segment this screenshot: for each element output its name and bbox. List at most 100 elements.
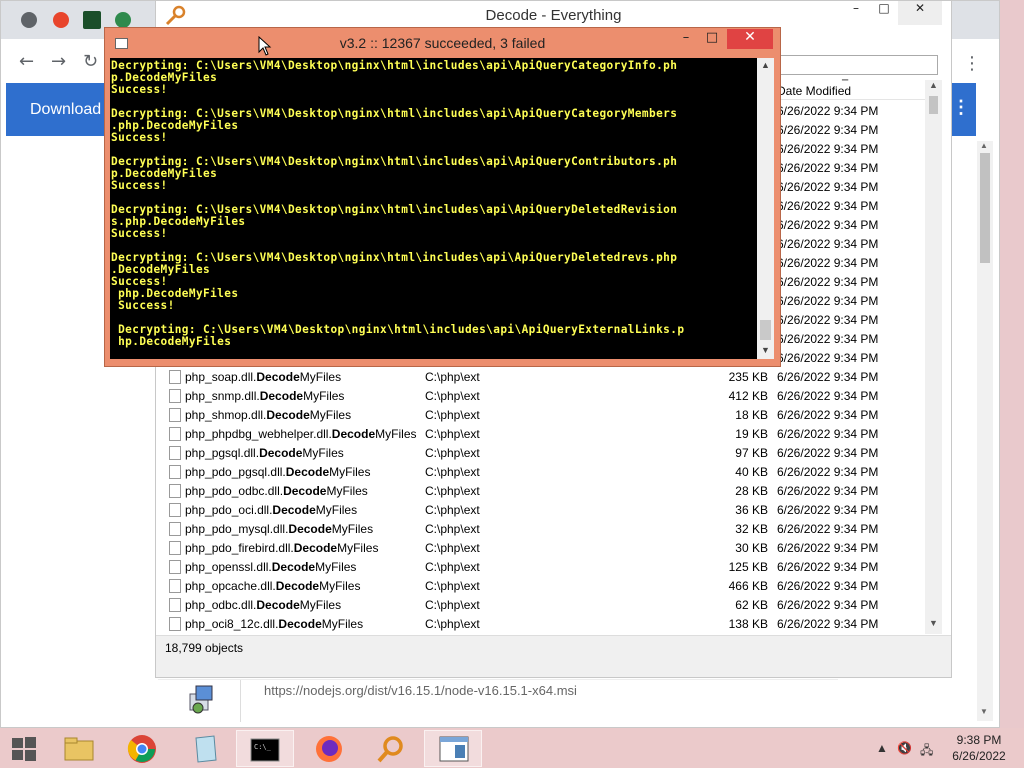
table-row[interactable]: php_pdo_oci.dll.DecodeMyFiles C:\php\ext 3…	[156, 501, 926, 520]
table-row[interactable]: php_oci8_12c.dll.DecodeMyFiles C:\php\ext…	[156, 615, 926, 634]
file-name: php_odbc.dll.DecodeMyFiles	[185, 598, 341, 612]
scroll-up-icon[interactable]: ▲	[929, 80, 938, 90]
volume-muted-icon[interactable]: 🔇	[897, 741, 912, 755]
taskbar-command-prompt[interactable]: C:\_	[236, 730, 294, 767]
download-item[interactable]: https://nodejs.org/dist/v16.15.1/node-v1…	[158, 679, 838, 722]
file-icon	[169, 579, 181, 593]
console-output-area[interactable]: Decrypting: C:\Users\VM4\Desktop\nginx\h…	[110, 58, 757, 359]
file-name: php_shmop.dll.DecodeMyFiles	[185, 408, 351, 422]
clock-time: 9:38 PM	[956, 733, 1002, 747]
browser-menu-icon[interactable]: ⋮	[963, 53, 981, 74]
file-name: php_pdo_firebird.dll.DecodeMyFiles	[185, 541, 378, 555]
date-cell: 6/26/2022 9:34 PM	[777, 180, 879, 194]
taskbar-decryptor[interactable]	[424, 730, 482, 767]
folder-icon	[64, 737, 94, 761]
file-name-prefix: php_shmop.dll.	[185, 408, 267, 422]
sql-favicon-icon[interactable]	[83, 11, 101, 29]
file-name-prefix: php_pdo_mysql.dll.	[185, 522, 289, 536]
size-cell: 412 KB	[728, 389, 768, 403]
size-cell: 466 KB	[728, 579, 768, 593]
scroll-down-icon[interactable]: ▼	[761, 345, 770, 355]
node-favicon-icon[interactable]	[115, 12, 131, 28]
console-titlebar[interactable]: v3.2 :: 12367 succeeded, 3 failed – □ ✕	[105, 28, 780, 58]
scroll-down-icon[interactable]: ▼	[980, 707, 988, 716]
browser-scrollbar[interactable]: ▲ ▼	[977, 141, 993, 721]
size-cell: 97 KB	[735, 446, 768, 460]
date-cell: 6/26/2022 9:34 PM	[777, 142, 879, 156]
scroll-up-icon[interactable]: ▲	[761, 60, 770, 70]
show-hidden-icons[interactable]: ▲	[876, 741, 888, 755]
file-name: php_opcache.dll.DecodeMyFiles	[185, 579, 360, 593]
file-name-match: Decode	[331, 427, 376, 441]
table-row[interactable]: php_pdo_pgsql.dll.DecodeMyFiles C:\php\ex…	[156, 463, 926, 482]
table-row[interactable]: php_pdo_mysql.dll.DecodeMyFiles C:\php\ex…	[156, 520, 926, 539]
date-cell: 6/26/2022 9:34 PM	[777, 617, 879, 631]
file-name-prefix: php_soap.dll.	[185, 370, 257, 384]
table-row[interactable]: php_opcache.dll.DecodeMyFiles C:\php\ext 4…	[156, 577, 926, 596]
file-name-suffix: MyFiles	[321, 617, 364, 631]
scrollbar-thumb[interactable]	[760, 320, 771, 340]
path-cell: C:\php\ext	[425, 389, 480, 403]
date-cell: 6/26/2022 9:34 PM	[777, 275, 879, 289]
table-row[interactable]: php_pgsql.dll.DecodeMyFiles C:\php\ext 97 …	[156, 444, 926, 463]
table-row[interactable]: php_pdo_firebird.dll.DecodeMyFiles C:\php…	[156, 539, 926, 558]
network-icon[interactable]: 🖧	[920, 741, 933, 762]
file-icon	[169, 484, 181, 498]
file-name-match: Decode	[278, 617, 322, 631]
maximize-icon[interactable]: □	[697, 30, 727, 50]
scroll-up-icon[interactable]: ▲	[980, 141, 988, 150]
path-cell: C:\php\ext	[425, 579, 480, 593]
table-row[interactable]: php_shmop.dll.DecodeMyFiles C:\php\ext 18 …	[156, 406, 926, 425]
start-button[interactable]	[0, 730, 48, 767]
file-name-prefix: php_snmp.dll.	[185, 389, 260, 403]
file-name-prefix: php_pgsql.dll.	[185, 446, 260, 460]
svg-text:C:\_: C:\_	[254, 743, 272, 751]
file-name-prefix: php_odbc.dll.	[185, 598, 257, 612]
taskbar-file-explorer[interactable]	[50, 730, 108, 767]
table-row[interactable]: php_snmp.dll.DecodeMyFiles C:\php\ext 412 …	[156, 387, 926, 406]
close-icon[interactable]: ✕	[898, 1, 942, 25]
window-title: Decode - Everything	[485, 7, 622, 24]
size-cell: 30 KB	[735, 541, 768, 555]
scrollbar-thumb[interactable]	[929, 96, 938, 114]
windows-logo-icon	[12, 737, 36, 761]
scrollbar-thumb[interactable]	[980, 153, 990, 263]
scroll-down-icon[interactable]: ▼	[929, 618, 938, 628]
notepad-icon	[195, 735, 217, 763]
system-clock[interactable]: 9:38 PM 6/26/2022	[944, 732, 1014, 764]
forward-icon[interactable]: →	[51, 51, 66, 72]
chrome-globe-icon[interactable]	[21, 12, 37, 28]
table-row[interactable]: php_openssl.dll.DecodeMyFiles C:\php\ext 1…	[156, 558, 926, 577]
taskbar-everything[interactable]	[362, 730, 420, 767]
date-cell: 6/26/2022 9:34 PM	[777, 313, 879, 327]
date-cell: 6/26/2022 9:34 PM	[777, 123, 879, 137]
search-input[interactable]	[778, 55, 938, 75]
file-icon	[169, 617, 181, 631]
reload-icon[interactable]: ↻	[83, 51, 98, 72]
file-name-prefix: php_pdo_odbc.dll.	[185, 484, 284, 498]
tab-favicon-icon[interactable]	[53, 12, 69, 28]
file-name: php_openssl.dll.DecodeMyFiles	[185, 560, 356, 574]
date-modified-header[interactable]: Date Modified	[777, 84, 851, 98]
date-cell: 6/26/2022 9:34 PM	[777, 256, 879, 270]
console-scrollbar[interactable]: ▲ ▼	[757, 58, 774, 359]
taskbar-notepad[interactable]	[176, 730, 234, 767]
table-row[interactable]: php_odbc.dll.DecodeMyFiles C:\php\ext 62 K…	[156, 596, 926, 615]
taskbar-firefox[interactable]	[300, 730, 358, 767]
file-name: php_oci8_12c.dll.DecodeMyFiles	[185, 617, 363, 631]
date-cell: 6/26/2022 9:34 PM	[777, 199, 879, 213]
file-name-suffix: MyFiles	[299, 370, 342, 384]
size-cell: 125 KB	[728, 560, 768, 574]
download-url[interactable]: https://nodejs.org/dist/v16.15.1/node-v1…	[264, 683, 577, 698]
file-name-match: Decode	[256, 370, 300, 384]
close-icon[interactable]: ✕	[727, 29, 773, 49]
status-bar: 18,799 objects	[156, 635, 951, 659]
back-icon[interactable]: ←	[19, 51, 34, 72]
table-row[interactable]: php_soap.dll.DecodeMyFiles C:\php\ext 235 …	[156, 368, 926, 387]
file-name-match: Decode	[259, 389, 304, 403]
path-cell: C:\php\ext	[425, 560, 480, 574]
taskbar-chrome[interactable]	[113, 730, 171, 767]
table-row[interactable]: php_pdo_odbc.dll.DecodeMyFiles C:\php\ext…	[156, 482, 926, 501]
results-scrollbar[interactable]: ▲ ▼	[925, 80, 942, 634]
table-row[interactable]: php_phpdbg_webhelper.dll.DecodeMyFiles C:…	[156, 425, 926, 444]
